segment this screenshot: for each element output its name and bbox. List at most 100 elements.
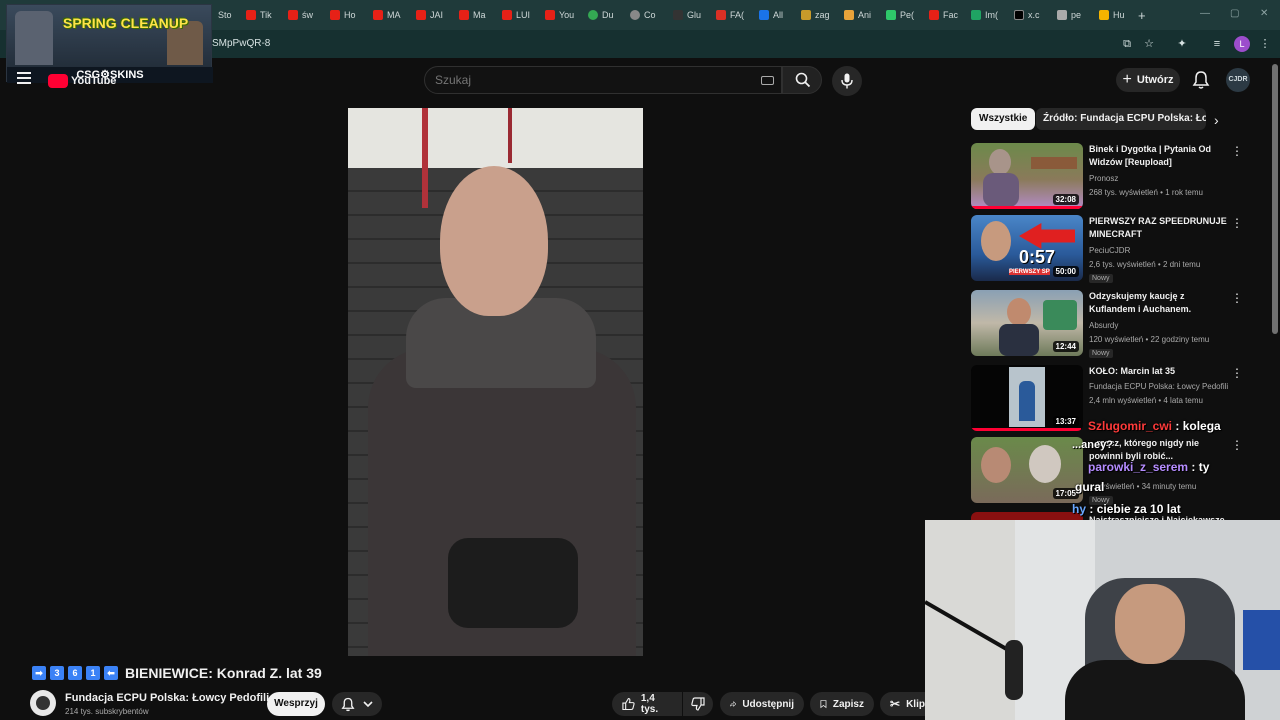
- share-arrow-icon: [730, 701, 737, 707]
- browser-tab[interactable]: You: [545, 6, 575, 24]
- dislike-button[interactable]: [683, 692, 713, 716]
- more-options-icon[interactable]: ⋮: [1231, 292, 1243, 304]
- search-box[interactable]: [424, 66, 782, 94]
- browser-tab[interactable]: Ani: [844, 6, 874, 24]
- scrollbar[interactable]: [1272, 64, 1278, 334]
- cast-icon[interactable]: ⧉: [1120, 37, 1134, 51]
- share-button[interactable]: Udostępnij: [720, 692, 804, 716]
- browser-profile-avatar[interactable]: L: [1234, 36, 1250, 52]
- media-controls-icon[interactable]: ≡: [1210, 37, 1224, 51]
- save-button[interactable]: Zapisz: [810, 692, 874, 716]
- video-channel[interactable]: Absurdy: [1089, 321, 1118, 330]
- browser-tab[interactable]: Co: [630, 6, 660, 24]
- stream-sponsor-overlay: SPRING CLEANUP CSG⚙SKINS: [6, 4, 213, 83]
- title-emoji: 1: [86, 666, 100, 680]
- keyboard-icon[interactable]: [761, 76, 774, 85]
- browser-tab[interactable]: MA: [373, 6, 403, 24]
- recommended-video[interactable]: 32:08 Binek i Dygotka | Pytania Od Widzó…: [971, 143, 1243, 211]
- chip-all[interactable]: Wszystkie: [971, 108, 1036, 130]
- search-button[interactable]: [782, 66, 822, 94]
- more-options-icon[interactable]: ⋮: [1231, 217, 1243, 229]
- maps-pin-icon: [588, 10, 598, 20]
- video-player[interactable]: [348, 108, 643, 656]
- video-channel[interactable]: Pronosz: [1089, 174, 1118, 183]
- webcam-streamer-shirt: [1065, 660, 1245, 720]
- recommended-video[interactable]: 0:57 PIERWSZY SP 50:00 PIERWSZY RAZ SPEE…: [971, 215, 1243, 283]
- video-thumbnail[interactable]: 13:37: [971, 365, 1083, 431]
- thumbs-down-icon: [691, 697, 705, 711]
- close-icon[interactable]: ✕: [1260, 8, 1268, 19]
- browser-tab[interactable]: x.c: [1014, 6, 1044, 24]
- browser-tab[interactable]: LUI: [502, 6, 532, 24]
- video-title[interactable]: Binek i Dygotka | Pytania Od Widzów [Reu…: [1089, 143, 1227, 169]
- browser-tab[interactable]: Glu: [673, 6, 703, 24]
- video-thumbnail[interactable]: 17:05: [971, 437, 1083, 503]
- chevron-right-icon[interactable]: ›: [1214, 112, 1219, 128]
- video-frame-person-glove: [448, 538, 578, 628]
- browser-tab[interactable]: JAI: [416, 6, 446, 24]
- clip-button[interactable]: ✂ Klip: [880, 692, 926, 716]
- browser-tab[interactable]: Ho: [330, 6, 360, 24]
- tab-label: Du: [602, 10, 614, 20]
- recommended-video[interactable]: 12:44 Odzyskujemy kaucję z Kuflandem i A…: [971, 290, 1243, 358]
- chat-message: ...aney?: [1072, 439, 1113, 451]
- video-meta: 2,6 tys. wyświetleń • 2 dni temu: [1089, 260, 1201, 269]
- alert-icon: [929, 10, 939, 20]
- browser-tab[interactable]: św: [288, 6, 318, 24]
- browser-tab[interactable]: Hu: [1099, 6, 1129, 24]
- hamburger-menu-icon[interactable]: [17, 72, 31, 86]
- browser-tab[interactable]: pe: [1057, 6, 1087, 24]
- create-button[interactable]: + Utwórz: [1116, 68, 1180, 92]
- notifications-bell-icon[interactable]: [1192, 70, 1210, 90]
- more-options-icon[interactable]: ⋮: [1231, 439, 1243, 451]
- maximize-icon[interactable]: ▢: [1230, 8, 1239, 19]
- video-thumbnail[interactable]: 32:08: [971, 143, 1083, 209]
- browser-tab[interactable]: Tik: [246, 6, 278, 24]
- chat-text: : kolega: [1175, 419, 1221, 433]
- tab-label: Glu: [687, 10, 702, 20]
- video-title: BIENIEWICE: Konrad Z. lat 39: [125, 665, 322, 681]
- new-tab-button[interactable]: +: [1138, 6, 1150, 24]
- video-channel[interactable]: PeciuCJDR: [1089, 246, 1130, 255]
- browser-tab[interactable]: All: [759, 6, 789, 24]
- video-title[interactable]: PIERWSZY RAZ SPEEDRUNUJE MINECRAFT: [1089, 215, 1227, 241]
- more-options-icon[interactable]: ⋮: [1231, 145, 1243, 157]
- new-badge: Nowy: [1089, 349, 1113, 358]
- extensions-icon[interactable]: ✦: [1175, 37, 1189, 51]
- video-title[interactable]: KOŁO: Marcin lat 35: [1089, 365, 1227, 378]
- browser-tab[interactable]: Im(: [971, 6, 1001, 24]
- tab-label: Ani: [858, 10, 872, 20]
- support-button[interactable]: Wesprzyj: [267, 692, 325, 716]
- video-meta: 2,4 mln wyświetleń • 4 lata temu: [1089, 396, 1203, 405]
- video-thumbnail[interactable]: 0:57 PIERWSZY SP 50:00: [971, 215, 1083, 281]
- browser-tab[interactable]: Ma: [459, 6, 489, 24]
- subscribed-notifications-button[interactable]: [332, 692, 382, 716]
- browser-tab[interactable]: Fac: [929, 6, 959, 24]
- youtube-logo-text[interactable]: YouTube: [71, 75, 116, 87]
- video-title[interactable]: Odzyskujemy kaucję z Kuflandem i Auchane…: [1089, 290, 1227, 318]
- search-input[interactable]: [435, 73, 755, 87]
- browser-menu-icon[interactable]: ⋮: [1258, 37, 1272, 51]
- url-field[interactable]: SMpPwQR-8: [212, 38, 270, 49]
- chip-source-channel[interactable]: Źródło: Fundacja ECPU Polska: Łowcy Pedo…: [1036, 108, 1206, 130]
- video-thumbnail[interactable]: 12:44: [971, 290, 1083, 356]
- browser-tab[interactable]: Sto: [218, 6, 242, 24]
- browser-tab[interactable]: Du: [588, 6, 618, 24]
- browser-tab[interactable]: FA(: [716, 6, 746, 24]
- youtube-favicon-icon: [288, 10, 298, 20]
- video-channel[interactable]: Fundacja ECPU Polska: Łowcy Pedofili: [1089, 382, 1228, 391]
- youtube-logo-icon[interactable]: [48, 74, 68, 88]
- bookmark-star-icon[interactable]: ☆: [1142, 37, 1156, 51]
- browser-tab[interactable]: zag: [801, 6, 831, 24]
- channel-avatar[interactable]: [30, 690, 56, 716]
- thumbnail-sign: [1043, 300, 1077, 330]
- minimize-icon[interactable]: —: [1200, 8, 1210, 19]
- channel-name[interactable]: Fundacja ECPU Polska: Łowcy Pedofili: [65, 692, 269, 704]
- like-button[interactable]: 1,4 tys.: [612, 692, 682, 716]
- user-avatar[interactable]: CJDR: [1226, 68, 1250, 92]
- more-options-icon[interactable]: ⋮: [1231, 367, 1243, 379]
- thumbs-up-icon: [622, 697, 635, 711]
- browser-tab[interactable]: Pe(: [886, 6, 916, 24]
- chevron-down-icon: [363, 701, 373, 708]
- voice-search-button[interactable]: [832, 66, 862, 96]
